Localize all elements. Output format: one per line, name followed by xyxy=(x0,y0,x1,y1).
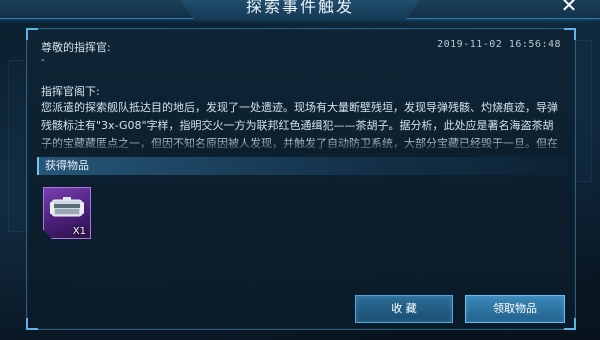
sender-line: - xyxy=(41,55,45,66)
close-icon: ✕ xyxy=(560,0,578,17)
corner-ornament xyxy=(26,318,38,330)
scroll-fade xyxy=(41,137,563,153)
rewards-header: 获得物品 xyxy=(37,157,567,175)
corner-ornament xyxy=(564,28,576,40)
game-screen: 探索事件触发 ✕ 尊敬的指挥官: 2019-11-02 16:56:48 - 指… xyxy=(0,0,600,340)
message-greeting: 尊敬的指挥官: xyxy=(41,41,111,54)
message-timestamp: 2019-11-02 16:56:48 xyxy=(437,39,561,50)
corner-ornament xyxy=(26,28,38,40)
rewards-title: 获得物品 xyxy=(45,159,89,172)
item-quantity: X1 xyxy=(72,226,86,237)
message-salutation: 指挥官阁下: xyxy=(41,85,100,98)
corner-ornament xyxy=(564,318,576,330)
collect-button[interactable]: 收 藏 xyxy=(355,295,453,323)
supply-crate-icon xyxy=(50,197,84,217)
close-button[interactable]: ✕ xyxy=(556,0,582,16)
reward-item-slot[interactable]: X1 xyxy=(43,187,91,239)
claim-items-button[interactable]: 领取物品 xyxy=(465,295,565,323)
event-dialog: 尊敬的指挥官: 2019-11-02 16:56:48 - 指挥官阁下: 您派遣… xyxy=(26,28,576,330)
window-title: 探索事件触发 xyxy=(245,0,354,16)
